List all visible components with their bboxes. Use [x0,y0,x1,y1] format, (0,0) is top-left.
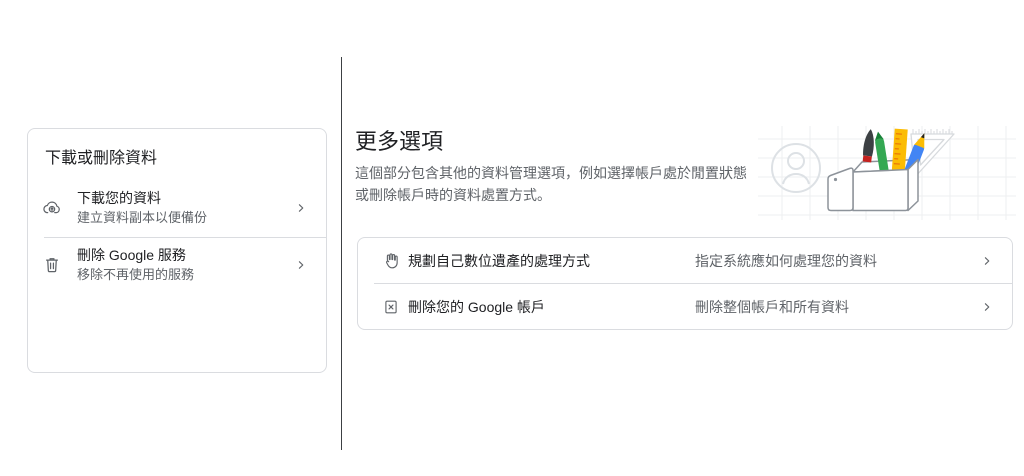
row-digital-legacy[interactable]: 規劃自己數位遺產的處理方式 指定系統應如何處理您的資料 [358,238,1012,283]
row-download-your-data[interactable]: 下載您的資料 建立資料副本以便備份 [28,178,326,237]
card-title: 下載或刪除資料 [45,150,158,167]
section-divider [341,57,342,450]
row-secondary: 刪除整個帳戶和所有資料 [695,298,849,315]
row-title: 刪除 Google 服務 [77,247,186,263]
row-title: 規劃自己數位遺產的處理方式 [408,252,590,269]
delete-account-icon [382,298,400,316]
row-secondary: 指定系統應如何處理您的資料 [695,252,877,269]
row-title: 下載您的資料 [77,189,161,206]
toolbox-illustration [758,122,1016,228]
row-subtitle: 移除不再使用的服務 [77,267,195,282]
page: 下載或刪除資料 下載您的資料 建立資料副本以便備份 刪除 Google 服務 移… [0,0,1024,476]
chevron-right-icon [294,258,308,272]
section-heading: 更多選項 [355,129,444,154]
row-subtitle: 建立資料副本以便備份 [77,209,208,225]
more-options-card: 規劃自己數位遺產的處理方式 指定系統應如何處理您的資料 刪除您的 Google … [357,237,1013,330]
chevron-right-icon [294,201,308,215]
row-text: 刪除 Google 服務 移除不再使用的服務 [77,246,194,284]
row-delete-google-service[interactable]: 刪除 Google 服務 移除不再使用的服務 [28,238,326,292]
chevron-right-icon [980,254,994,268]
description-line-2: 或刪除帳戶時的資料處置方式。 [355,187,551,203]
row-title: 刪除您的 Google 帳戶 [408,298,545,315]
cloud-download-icon [42,198,62,218]
trash-icon [42,255,62,275]
description-line-1: 這個部分包含其他的資料管理選項，例如選擇帳戶處於閒置狀態 [355,165,747,181]
download-delete-card: 下載或刪除資料 下載您的資料 建立資料副本以便備份 刪除 Google 服務 移… [27,128,327,373]
row-text: 下載您的資料 建立資料副本以便備份 [77,189,207,227]
chevron-right-icon [980,300,994,314]
section-description: 這個部分包含其他的資料管理選項，例如選擇帳戶處於閒置狀態 或刪除帳戶時的資料處置… [355,162,747,206]
hand-icon [382,252,400,270]
row-delete-account[interactable]: 刪除您的 Google 帳戶 刪除整個帳戶和所有資料 [358,284,1012,329]
